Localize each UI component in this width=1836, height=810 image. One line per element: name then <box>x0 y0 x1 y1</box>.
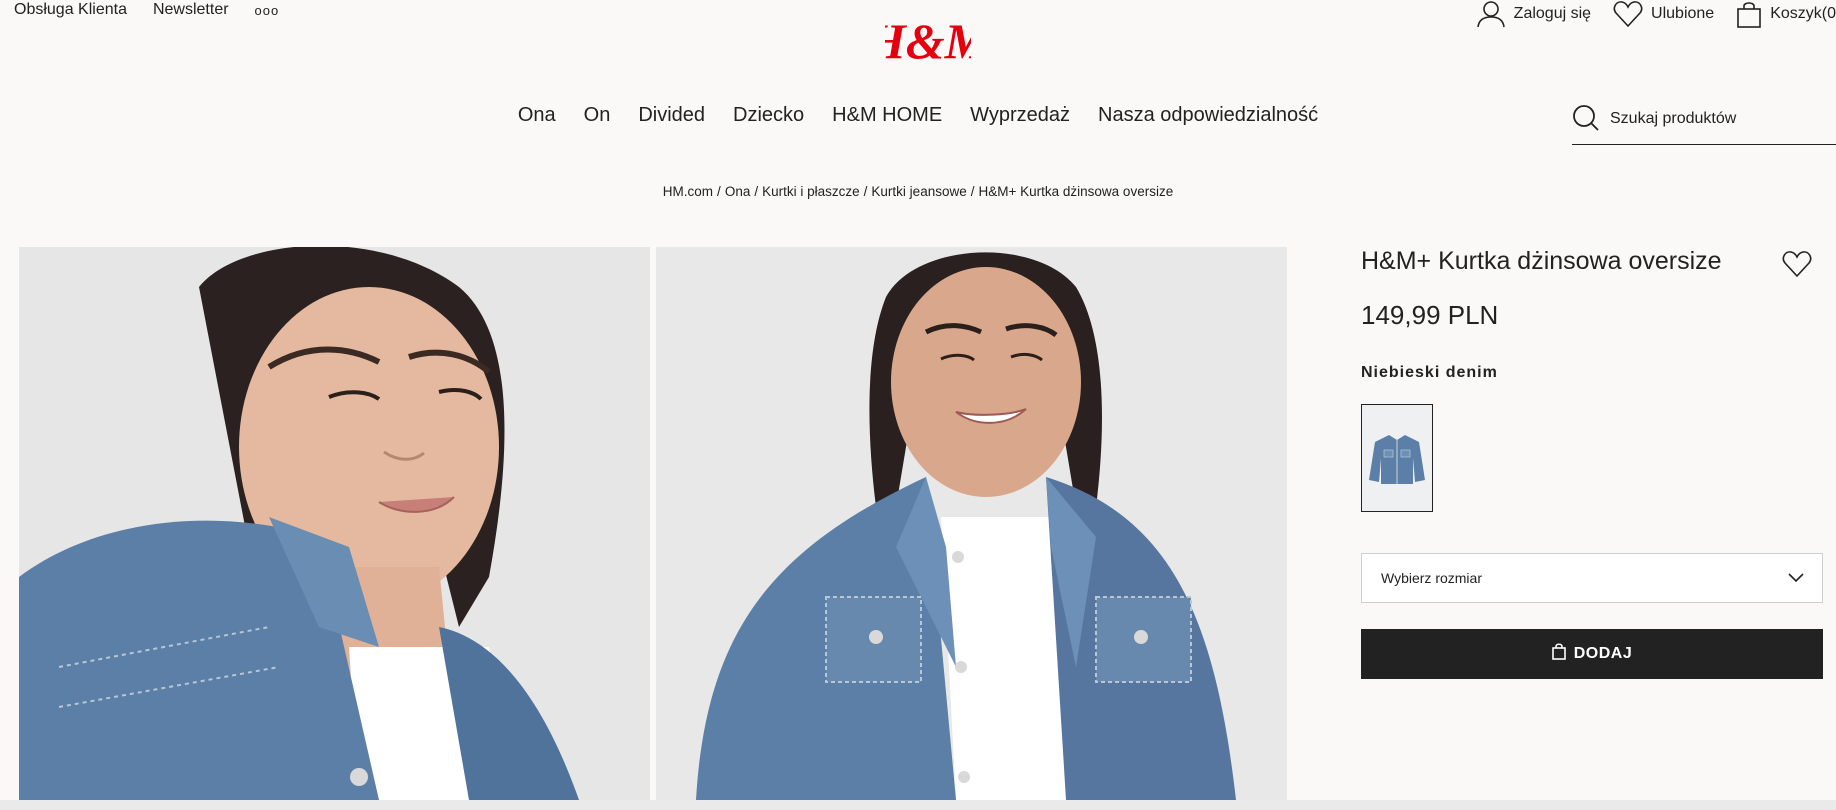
size-select-label: Wybierz rozmiar <box>1381 570 1482 586</box>
breadcrumb-separator: / <box>970 184 975 199</box>
utility-links-left: Obsługa Klienta Newsletter ooo <box>14 0 279 20</box>
nav-item-on[interactable]: On <box>584 104 611 127</box>
swatch-jacket-thumbnail <box>1369 435 1425 484</box>
search-icon[interactable] <box>1572 104 1600 137</box>
breadcrumb-item-current[interactable]: H&M+ Kurtka dżinsowa oversize <box>979 184 1174 199</box>
product-image-2[interactable] <box>656 247 1287 800</box>
product-image-1[interactable] <box>19 247 650 800</box>
color-name: Niebieski denim <box>1361 364 1498 381</box>
bag-icon <box>1736 0 1762 28</box>
nav-item-dziecko[interactable]: Dziecko <box>733 104 804 127</box>
breadcrumb-item-ona[interactable]: Ona <box>725 184 751 199</box>
bag-small-icon <box>1551 643 1566 665</box>
product-price: 149,99 PLN <box>1361 300 1499 330</box>
breadcrumb-separator: / <box>717 184 721 199</box>
favorites-link[interactable]: Ulubione <box>1613 0 1714 28</box>
breadcrumb-item-kurtki-jeansowe[interactable]: Kurtki jeansowe <box>871 184 966 199</box>
breadcrumb: HM.com / Ona / Kurtki i płaszcze / Kurtki jean… <box>0 184 1836 199</box>
nav-item-odpowiedzialnosc[interactable]: Nasza odpowiedzialność <box>1098 104 1318 127</box>
main-nav: Ona On Divided Dziecko H&M HOME Wyprzeda… <box>0 104 1836 127</box>
cart-link[interactable]: Koszyk(0 <box>1736 0 1836 28</box>
search-input[interactable] <box>1610 104 1810 128</box>
add-to-cart-label: DODAJ <box>1573 645 1633 662</box>
heart-icon <box>1613 0 1643 28</box>
favorites-label: Ulubione <box>1651 5 1715 22</box>
breadcrumb-item-kurtki-plaszcze[interactable]: Kurtki i płaszcze <box>762 184 860 199</box>
utility-links-right: Zaloguj się Ulubione Koszyk(0 <box>1476 0 1836 28</box>
heart-icon <box>1782 251 1812 282</box>
breadcrumb-separator: / <box>754 184 759 199</box>
customer-service-link[interactable]: Obsługa Klienta <box>14 1 127 19</box>
product-page: Obsługa Klienta Newsletter ooo H&M Zalog… <box>0 0 1836 810</box>
cart-label: Koszyk(0 <box>1770 5 1836 22</box>
user-icon <box>1476 0 1506 28</box>
size-select[interactable]: Wybierz rozmiar <box>1361 553 1823 603</box>
page-bottom-divider <box>0 800 1836 810</box>
search-box <box>1572 104 1836 145</box>
color-swatch-denim[interactable] <box>1361 404 1433 512</box>
nav-item-wyprzedaz[interactable]: Wyprzedaż <box>970 104 1070 127</box>
nav-item-hm-home[interactable]: H&M HOME <box>832 104 942 127</box>
login-link[interactable]: Zaloguj się <box>1476 0 1591 28</box>
newsletter-link[interactable]: Newsletter <box>153 1 229 19</box>
more-dots-icon[interactable]: ooo <box>255 3 280 18</box>
breadcrumb-item-home[interactable]: HM.com <box>663 184 713 199</box>
add-to-cart-button[interactable]: DODAJ <box>1361 629 1823 679</box>
login-label: Zaloguj się <box>1513 5 1592 22</box>
breadcrumb-separator: / <box>863 184 868 199</box>
hm-logo[interactable]: H&M <box>866 12 991 76</box>
product-name: H&M+ Kurtka dżinsowa oversize <box>1361 247 1722 275</box>
chevron-down-icon <box>1788 570 1804 586</box>
nav-item-ona[interactable]: Ona <box>518 104 556 127</box>
svg-text:H&M: H&M <box>885 13 971 69</box>
add-to-favorites-button[interactable] <box>1782 250 1812 278</box>
nav-item-divided[interactable]: Divided <box>638 104 705 127</box>
